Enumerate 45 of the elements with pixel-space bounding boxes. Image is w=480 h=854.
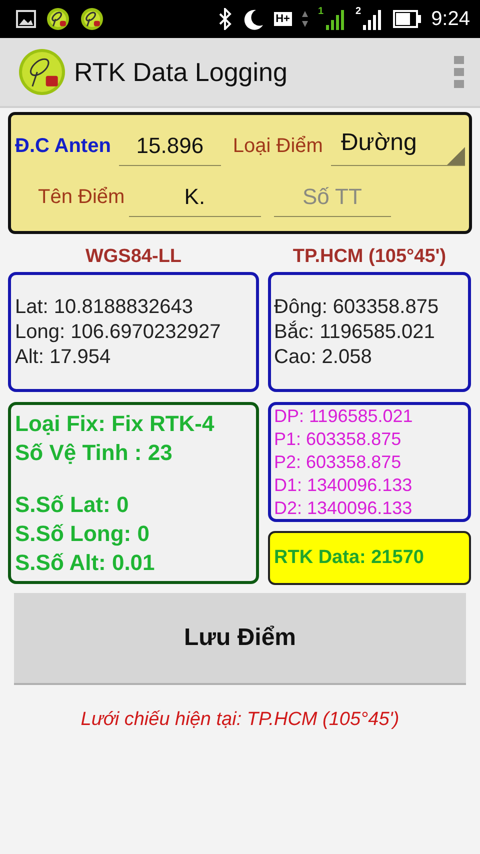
fix-info-text: Loại Fix: Fix RTK-4: [15, 410, 216, 438]
signal-icon: [326, 8, 346, 30]
current-grid-text: Lưới chiếu hiện tại: TP.HCM (105°45'): [80, 709, 400, 731]
antenna-height-field[interactable]: 15.896: [118, 131, 221, 166]
moon-icon: [242, 8, 264, 30]
coordinate-text: Đông: 603358.875: [274, 294, 440, 320]
accuracy-text: S.Số Long: 0: [15, 520, 150, 548]
image-icon: [16, 10, 36, 28]
column-heading: TP.HCM (105°45'): [292, 246, 448, 268]
distance-text: P2: 603358.875: [274, 450, 402, 474]
coordinate-text: Alt: 17.954: [15, 344, 112, 370]
field-label: Đ.C Anten: [15, 135, 111, 158]
satellite-dish-logo-icon: [18, 48, 66, 96]
coordinate-text: Lat: 10.8188832643: [15, 294, 194, 320]
satellite-dish-logo-icon: [46, 7, 70, 31]
coordinate-text: Bắc: 1196585.021: [274, 320, 436, 344]
distance-text: DP: 1196585.021: [274, 404, 414, 428]
point-name-field[interactable]: K.: [128, 182, 261, 217]
coordinate-text: Cao: 2.058: [274, 344, 373, 370]
network-type: H+: [274, 12, 292, 26]
bluetooth-icon: [218, 8, 232, 30]
column-heading: WGS84-LL: [84, 246, 183, 268]
data-arrows-icon: [302, 10, 308, 28]
rtk-data-counter: RTK Data: 21570: [268, 531, 471, 585]
satellite-dish-logo-icon: [80, 7, 104, 31]
sim-label: 1: [318, 6, 324, 17]
accuracy-text: S.Số Lat: 0: [15, 491, 130, 519]
sim-label: 2: [356, 6, 362, 17]
dropdown-corner-icon: [446, 147, 465, 165]
distance-text: D2: 1340096.133: [274, 496, 414, 520]
field-label: Loại Điểm: [232, 135, 323, 158]
point-type-dropdown[interactable]: Đường: [330, 129, 465, 166]
signal-icon: [363, 8, 384, 30]
battery-icon: [393, 10, 422, 28]
field-label: Tên Điểm: [38, 186, 125, 209]
save-point-button[interactable]: Lưu Điểm: [14, 593, 466, 685]
distance-text: D1: 1340096.133: [274, 474, 414, 496]
fix-info-text: Số Vệ Tinh : 23: [15, 439, 174, 467]
accuracy-text: S.Số Alt: 0.01: [15, 549, 156, 577]
clock-time: 9:24: [431, 8, 470, 30]
distance-text: P1: 603358.875: [274, 428, 402, 450]
overflow-menu-icon[interactable]: [454, 56, 464, 88]
app-title: RTK Data Logging: [74, 56, 288, 88]
coordinate-text: Long: 106.6970232927: [15, 320, 222, 344]
point-number-field[interactable]: Số TT: [274, 182, 391, 217]
